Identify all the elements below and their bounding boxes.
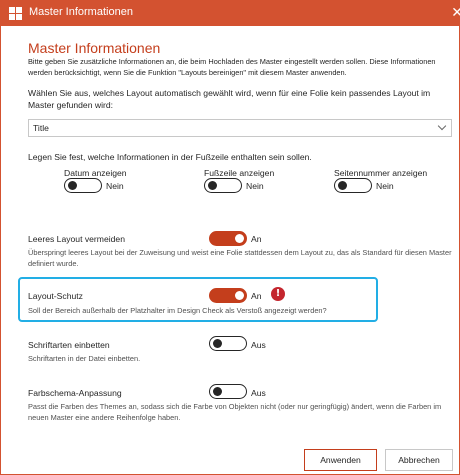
date-state: Nein: [106, 181, 124, 191]
empty-layout-toggle[interactable]: [209, 231, 247, 246]
apply-button[interactable]: Anwenden: [304, 449, 377, 471]
embed-fonts-desc: Schriftarten in der Datei einbetten.: [28, 354, 141, 363]
color-scheme-label: Farbschema-Anpassung: [28, 388, 122, 398]
title-bar: Master Informationen ✕: [0, 0, 460, 26]
page-number-toggle[interactable]: [334, 178, 372, 193]
empty-layout-desc: Überspringt leeres Layout bei der Zuweis…: [28, 248, 452, 268]
date-toggle[interactable]: [64, 178, 102, 193]
layout-protection-state: An: [251, 291, 262, 301]
close-icon[interactable]: ✕: [451, 4, 460, 21]
layout-protection-desc: Soll der Bereich außerhalb der Platzhalt…: [28, 306, 327, 315]
cancel-button[interactable]: Abbrechen: [385, 449, 453, 471]
warning-icon[interactable]: !: [271, 287, 285, 301]
page-number-label: Seitennummer anzeigen: [334, 168, 428, 178]
toggle-knob: [213, 387, 222, 396]
app-logo-icon: [9, 7, 22, 20]
color-scheme-state: Aus: [251, 388, 266, 398]
page-number-state: Nein: [376, 181, 394, 191]
embed-fonts-state: Aus: [251, 340, 266, 350]
fallback-layout-select[interactable]: Title: [28, 119, 452, 137]
chevron-down-icon: [437, 121, 447, 131]
dialog-heading: Master Informationen: [28, 40, 161, 56]
toggle-knob: [208, 181, 217, 190]
toggle-knob: [68, 181, 77, 190]
toggle-knob: [235, 234, 244, 243]
footer-text-state: Nein: [246, 181, 264, 191]
color-scheme-desc: Passt die Farben des Themes an, sodass s…: [28, 402, 442, 422]
footer-text-label: Fußzeile anzeigen: [204, 168, 275, 178]
intro-text: Bitte geben Sie zusätzliche Informatione…: [28, 57, 436, 77]
fallback-layout-value: Title: [33, 123, 49, 133]
layout-select-label: Wählen Sie aus, welches Layout automatis…: [28, 88, 431, 110]
empty-layout-label: Leeres Layout vermeiden: [28, 234, 125, 244]
layout-protection-toggle[interactable]: [209, 288, 247, 303]
window-title: Master Informationen: [29, 6, 133, 18]
toggle-knob: [213, 339, 222, 348]
embed-fonts-label: Schriftarten einbetten: [28, 340, 110, 350]
embed-fonts-toggle[interactable]: [209, 336, 247, 351]
color-scheme-toggle[interactable]: [209, 384, 247, 399]
layout-protection-label: Layout-Schutz: [28, 291, 83, 301]
date-label: Datum anzeigen: [64, 168, 127, 178]
footer-text-toggle[interactable]: [204, 178, 242, 193]
empty-layout-state: An: [251, 234, 262, 244]
footer-label: Legen Sie fest, welche Informationen in …: [28, 152, 312, 162]
toggle-knob: [338, 181, 347, 190]
toggle-knob: [235, 291, 244, 300]
